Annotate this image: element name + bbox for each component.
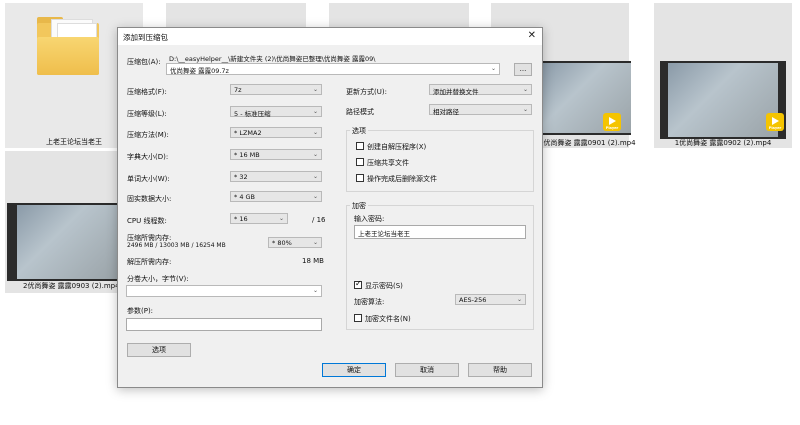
- chevron-down-icon: ⌄: [312, 193, 318, 200]
- format-select[interactable]: 7z ⌄: [230, 84, 322, 95]
- chevron-down-icon: ⌄: [312, 86, 318, 93]
- file-label: 2优尚舞姿 露露0901 (2).mp4: [539, 139, 636, 147]
- encrypt-names-label: 加密文件名(N): [365, 315, 411, 323]
- help-button[interactable]: 帮助: [468, 363, 532, 377]
- enc-method-label: 加密算法:: [354, 298, 385, 306]
- file-label: 1优尚舞姿 露露0902 (2).mp4: [674, 139, 772, 147]
- add-to-archive-dialog: 添加到压缩包 ✕ 压缩包(A): D:\__easyHelper__\新建文件夹…: [117, 27, 543, 388]
- params-label: 参数(P):: [127, 307, 154, 315]
- split-label: 分卷大小，字节(V):: [127, 275, 189, 283]
- level-label: 压缩等级(L):: [127, 110, 167, 118]
- cpu-select[interactable]: * 16 ⌄: [230, 213, 288, 224]
- chevron-down-icon: ⌄: [516, 296, 522, 303]
- player-badge-icon: Player: [766, 113, 784, 131]
- mem-decomp-label: 解压所需内存:: [127, 258, 172, 266]
- delete-source-label: 操作完成后删除源文件: [367, 175, 437, 183]
- file-label: 2优尚舞姿 露露0903 (2).mp4: [23, 282, 120, 290]
- format-label: 压缩格式(F):: [127, 88, 167, 96]
- chevron-down-icon: ⌄: [312, 108, 318, 115]
- cancel-button[interactable]: 取消: [395, 363, 459, 377]
- chevron-down-icon: ⌄: [312, 129, 318, 136]
- encrypt-names-checkbox[interactable]: [354, 314, 362, 322]
- encrypt-group-title: 加密: [350, 201, 368, 211]
- chevron-down-icon: ⌄: [312, 173, 318, 180]
- password-label: 输入密码:: [354, 215, 385, 223]
- archive-name-combo[interactable]: 优尚舞姿 露露09.7z ⌄: [166, 63, 500, 75]
- chevron-down-icon: ⌄: [312, 239, 318, 246]
- ok-button[interactable]: 确定: [322, 363, 386, 377]
- video-thumbnail: [668, 63, 778, 137]
- delete-source-checkbox[interactable]: [356, 174, 364, 182]
- sfx-label: 创建自解压程序(X): [367, 143, 427, 151]
- file-tile-blank-2[interactable]: [329, 3, 469, 28]
- file-tile-video-0903[interactable]: 2优尚舞姿 露露0903 (2).mp4: [5, 151, 120, 293]
- options-group-title: 选项: [350, 126, 368, 136]
- chevron-down-icon: ⌄: [522, 86, 528, 93]
- password-input[interactable]: 上老王论坛当老王: [354, 225, 526, 239]
- dict-label: 字典大小(D):: [127, 153, 169, 161]
- shared-label: 压缩共享文件: [367, 159, 409, 167]
- player-badge-icon: Player: [603, 113, 621, 131]
- cpu-label: CPU 线程数:: [127, 217, 167, 225]
- chevron-down-icon: ⌄: [522, 106, 528, 113]
- chevron-down-icon: ⌄: [312, 287, 318, 294]
- mem-comp-select[interactable]: * 80% ⌄: [268, 237, 322, 248]
- enc-method-select[interactable]: AES-256 ⌄: [455, 294, 526, 305]
- word-select[interactable]: * 32 ⌄: [230, 171, 322, 182]
- mem-comp-detail: 2496 MB / 13003 MB / 16254 MB: [127, 242, 226, 249]
- mem-decomp-value: 18 MB: [302, 257, 324, 265]
- archive-path: D:\__easyHelper__\新建文件夹 (2)\优尚舞姿已整理\优尚舞姿…: [169, 55, 376, 63]
- method-select[interactable]: * LZMA2 ⌄: [230, 127, 322, 138]
- dict-select[interactable]: * 16 MB ⌄: [230, 149, 322, 160]
- show-password-checkbox[interactable]: [354, 279, 362, 289]
- level-select[interactable]: 5 - 标准压缩 ⌄: [230, 106, 322, 118]
- dialog-titlebar: 添加到压缩包 ✕: [118, 28, 542, 45]
- solid-select[interactable]: * 4 GB ⌄: [230, 191, 322, 202]
- chevron-down-icon: ⌄: [278, 215, 284, 222]
- browse-button[interactable]: ...: [514, 63, 532, 76]
- archive-label: 压缩包(A):: [127, 58, 161, 66]
- path-mode-select[interactable]: 相对路径 ⌄: [429, 104, 532, 116]
- chevron-down-icon: ⌄: [490, 65, 496, 72]
- path-mode-label: 路径模式: [346, 108, 374, 116]
- show-password-label: 显示密码(S): [365, 282, 403, 290]
- update-select[interactable]: 添加并替换文件 ⌄: [429, 84, 532, 96]
- video-thumbnail: [17, 205, 117, 279]
- file-tile-video-0902[interactable]: Player 1优尚舞姿 露露0902 (2).mp4: [654, 3, 792, 148]
- file-tile-blank-1[interactable]: [166, 3, 306, 28]
- shared-checkbox[interactable]: [356, 158, 364, 166]
- cpu-total: / 16: [312, 216, 326, 224]
- method-label: 压缩方法(M):: [127, 131, 169, 139]
- sfx-checkbox[interactable]: [356, 142, 364, 150]
- close-icon[interactable]: ✕: [528, 30, 536, 41]
- folder-icon: [37, 17, 99, 75]
- dialog-title: 添加到压缩包: [123, 33, 168, 42]
- update-label: 更新方式(U):: [346, 88, 387, 96]
- params-input[interactable]: [126, 318, 322, 331]
- split-combo[interactable]: ⌄: [126, 285, 322, 297]
- chevron-down-icon: ⌄: [312, 151, 318, 158]
- options-button[interactable]: 选项: [127, 343, 191, 357]
- word-label: 单词大小(W):: [127, 175, 170, 183]
- solid-label: 固实数据大小:: [127, 195, 172, 203]
